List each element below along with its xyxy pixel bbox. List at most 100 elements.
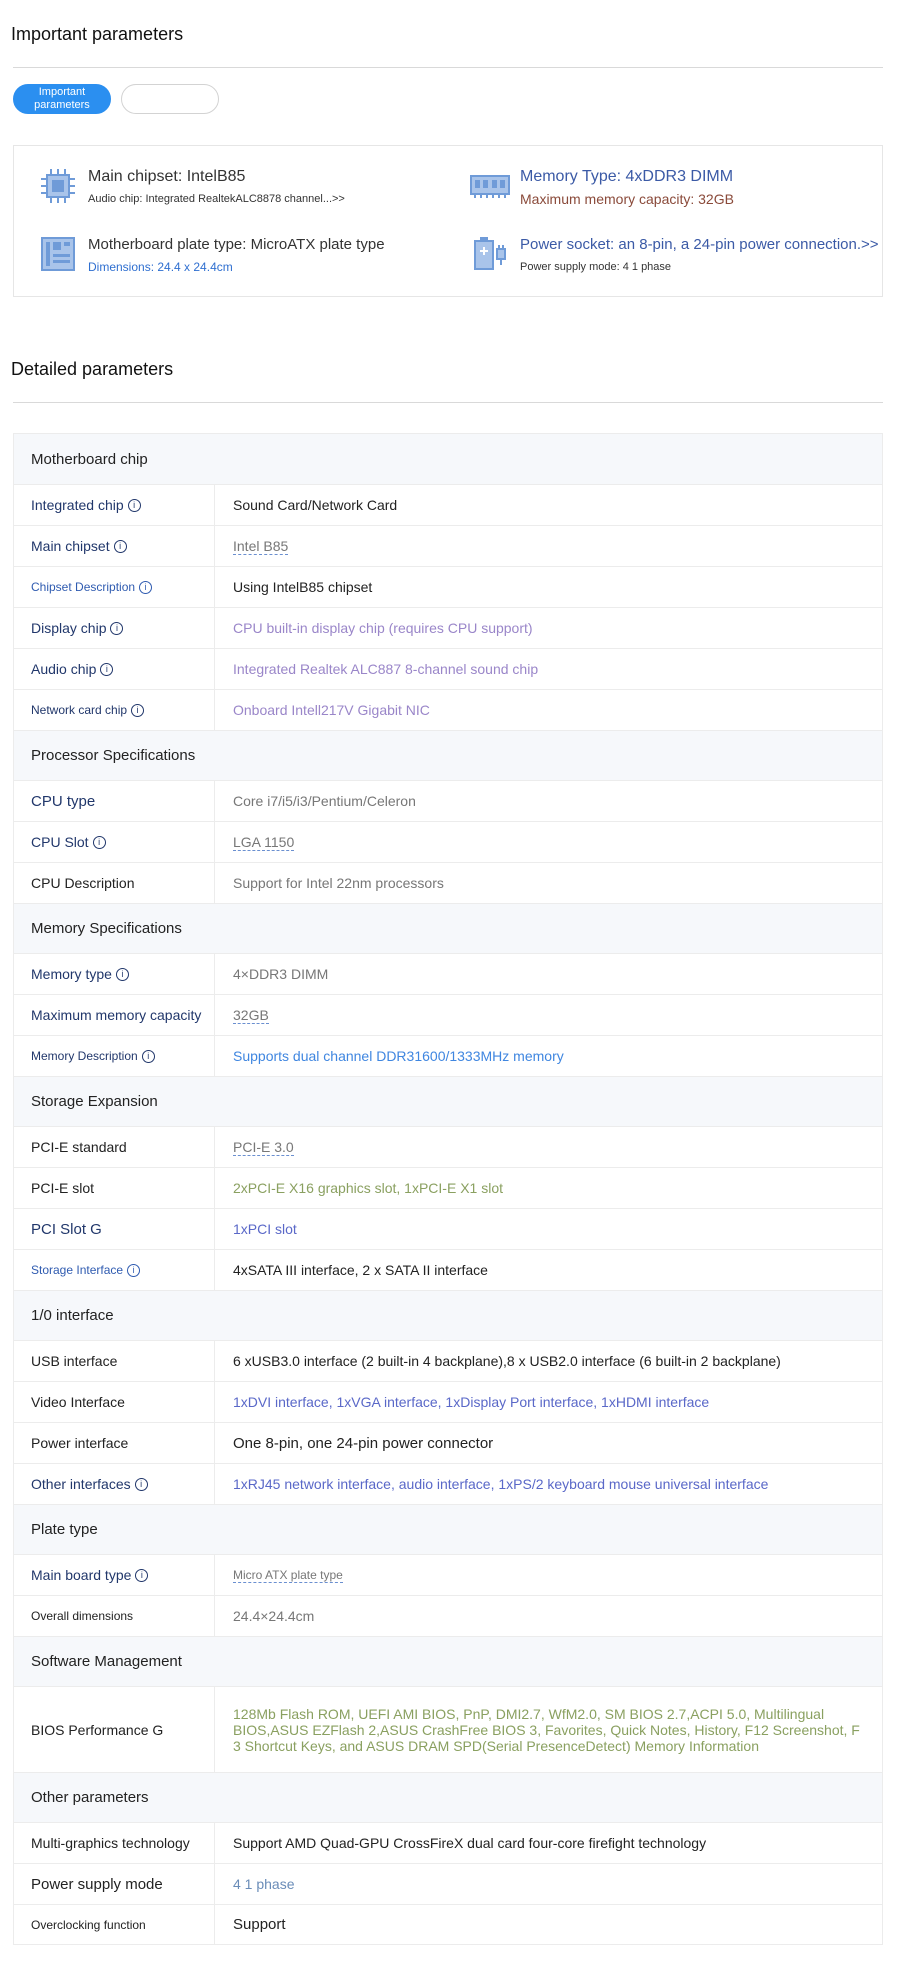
parameter-tabs: Important parameters: [13, 84, 219, 114]
memory-icon: [470, 166, 510, 206]
param-label-text: Memory type: [31, 966, 112, 982]
param-value[interactable]: LGA 1150: [215, 822, 882, 862]
param-value-text: 6 xUSB3.0 interface (2 built-in 4 backpl…: [233, 1353, 781, 1369]
divider: [13, 402, 883, 403]
group-label: Software Management: [14, 1637, 882, 1686]
param-label-text: Other interfaces: [31, 1476, 131, 1492]
table-row: Display chip i CPU built-in display chip (…: [14, 607, 882, 648]
param-value-text: 1xPCI slot: [233, 1221, 297, 1237]
info-icon[interactable]: i: [113, 539, 127, 553]
param-value-text: 128Mb Flash ROM, UEFI AMI BIOS, PnP, DMI…: [233, 1705, 860, 1754]
table-row: BIOS Performance G 128Mb Flash ROM, UEFI …: [14, 1686, 882, 1772]
param-value: Integrated Realtek ALC887 8-channel soun…: [215, 649, 882, 689]
param-value[interactable]: 32GB: [215, 995, 882, 1035]
param-label: Other interfaces i: [14, 1464, 215, 1504]
table-row: Audio chip i Integrated Realtek ALC887 8-c…: [14, 648, 882, 689]
summary-power[interactable]: Power socket: an 8-pin, a 24-pin power c…: [470, 234, 879, 276]
param-value: 4 1 phase: [215, 1864, 882, 1904]
info-icon[interactable]: i: [92, 835, 106, 849]
param-value-text: Support for Intel 22nm processors: [233, 875, 444, 891]
table-row: CPU Description Support for Intel 22nm pr…: [14, 862, 882, 903]
param-label-text: CPU Slot: [31, 834, 89, 850]
param-value-link[interactable]: Intel B85: [233, 538, 289, 555]
param-value: 1xRJ45 network interface, audio interfac…: [215, 1464, 882, 1504]
table-group-header: Software Management: [14, 1636, 882, 1686]
summary-chipset[interactable]: Main chipset: IntelB85 Audio chip: Integ…: [38, 166, 345, 208]
param-value[interactable]: Intel B85: [215, 526, 882, 566]
group-label: Memory Specifications: [14, 904, 882, 953]
info-icon[interactable]: i: [131, 703, 145, 717]
param-value-link[interactable]: 32GB: [233, 1007, 269, 1024]
param-label-text: PCI-E standard: [31, 1139, 127, 1155]
param-value: CPU built-in display chip (requires CPU …: [215, 608, 882, 648]
param-value-text: Support: [233, 1916, 286, 1933]
param-value-link[interactable]: Micro ATX plate type: [233, 1568, 343, 1583]
table-row: Memory Description i Supports dual channel…: [14, 1035, 882, 1076]
param-value[interactable]: PCI-E 3.0: [215, 1127, 882, 1167]
param-value-text: Using IntelB85 chipset: [233, 579, 373, 595]
param-label: Maximum memory capacity: [14, 995, 215, 1035]
param-label: USB interface: [14, 1341, 215, 1381]
param-label-text: Video Interface: [31, 1394, 125, 1410]
param-label-text: Multi-graphics technology: [31, 1835, 190, 1851]
param-label: Storage Interface i: [14, 1250, 215, 1290]
param-value: Using IntelB85 chipset: [215, 567, 882, 607]
param-label-text: Network card chip: [31, 703, 128, 717]
param-value: 4xSATA III interface, 2 x SATA II interf…: [215, 1250, 882, 1290]
param-value-link[interactable]: LGA 1150: [233, 834, 295, 851]
param-value-link[interactable]: PCI-E 3.0: [233, 1139, 294, 1156]
table-row: PCI-E slot 2xPCI-E X16 graphics slot, 1xP…: [14, 1167, 882, 1208]
table-row: Main board type i Micro ATX plate type: [14, 1554, 882, 1595]
param-value: Core i7/i5/i3/Pentium/Celeron: [215, 781, 882, 821]
tab-label: Important parameters: [34, 86, 90, 111]
tab-important-parameters[interactable]: Important parameters: [13, 84, 111, 114]
table-group-header: Motherboard chip: [14, 434, 882, 484]
table-row: Multi-graphics technology Support AMD Qua…: [14, 1822, 882, 1863]
param-label-text: CPU Description: [31, 875, 135, 891]
info-icon[interactable]: i: [141, 1049, 155, 1063]
info-icon[interactable]: i: [127, 1263, 141, 1277]
group-label: Plate type: [14, 1505, 882, 1554]
table-row: Overclocking function Support: [14, 1904, 882, 1944]
param-value[interactable]: Micro ATX plate type: [215, 1555, 882, 1595]
param-label: Memory Description i: [14, 1036, 215, 1076]
param-label: Multi-graphics technology: [14, 1823, 215, 1863]
group-label: Storage Expansion: [14, 1077, 882, 1126]
summary-main-text: Memory Type: 4xDDR3 DIMM: [520, 168, 734, 185]
tab-secondary[interactable]: [121, 84, 219, 114]
info-icon[interactable]: i: [115, 967, 129, 981]
param-label: Network card chip i: [14, 690, 215, 730]
info-icon[interactable]: i: [134, 1477, 148, 1491]
table-row: PCI Slot G 1xPCI slot: [14, 1208, 882, 1249]
param-value: Sound Card/Network Card: [215, 485, 882, 525]
info-icon[interactable]: i: [127, 498, 141, 512]
summary-board[interactable]: Motherboard plate type: MicroATX plate t…: [38, 234, 385, 276]
info-icon[interactable]: i: [139, 580, 153, 594]
info-icon[interactable]: i: [135, 1568, 149, 1582]
param-value: 1xPCI slot: [215, 1209, 882, 1249]
param-label: Memory type i: [14, 954, 215, 994]
table-row: CPU Slot i LGA 1150: [14, 821, 882, 862]
param-label-text: Audio chip: [31, 661, 97, 677]
param-value-text: Support AMD Quad-GPU CrossFireX dual car…: [233, 1835, 707, 1851]
param-value-text: Sound Card/Network Card: [233, 497, 398, 513]
param-value-text: CPU built-in display chip (requires CPU …: [233, 620, 533, 636]
summary-sub-text: Dimensions: 24.4 x 24.4cm: [88, 260, 233, 274]
param-value: Support for Intel 22nm processors: [215, 863, 882, 903]
table-row: Main chipset i Intel B85: [14, 525, 882, 566]
param-label: Overclocking function: [14, 1905, 215, 1944]
info-icon[interactable]: i: [110, 621, 124, 635]
param-value-text: 4×DDR3 DIMM: [233, 966, 329, 982]
group-label: Motherboard chip: [14, 434, 882, 484]
param-label-text: PCI Slot G: [31, 1220, 102, 1238]
summary-sub-text: Audio chip: Integrated RealtekALC8878 ch…: [88, 193, 345, 205]
param-value-text: Supports dual channel DDR31600/1333MHz m…: [233, 1048, 564, 1064]
table-row: Maximum memory capacity 32GB: [14, 994, 882, 1035]
param-label-text: Main board type: [31, 1567, 132, 1583]
table-group-header: Other parameters: [14, 1772, 882, 1822]
info-icon[interactable]: i: [100, 662, 114, 676]
param-label: CPU Description: [14, 863, 215, 903]
summary-memory[interactable]: Memory Type: 4xDDR3 DIMM Maximum memory …: [470, 166, 734, 208]
param-value: 2xPCI-E X16 graphics slot, 1xPCI-E X1 sl…: [215, 1168, 882, 1208]
detailed-parameters-title: Detailed parameters: [11, 359, 174, 379]
